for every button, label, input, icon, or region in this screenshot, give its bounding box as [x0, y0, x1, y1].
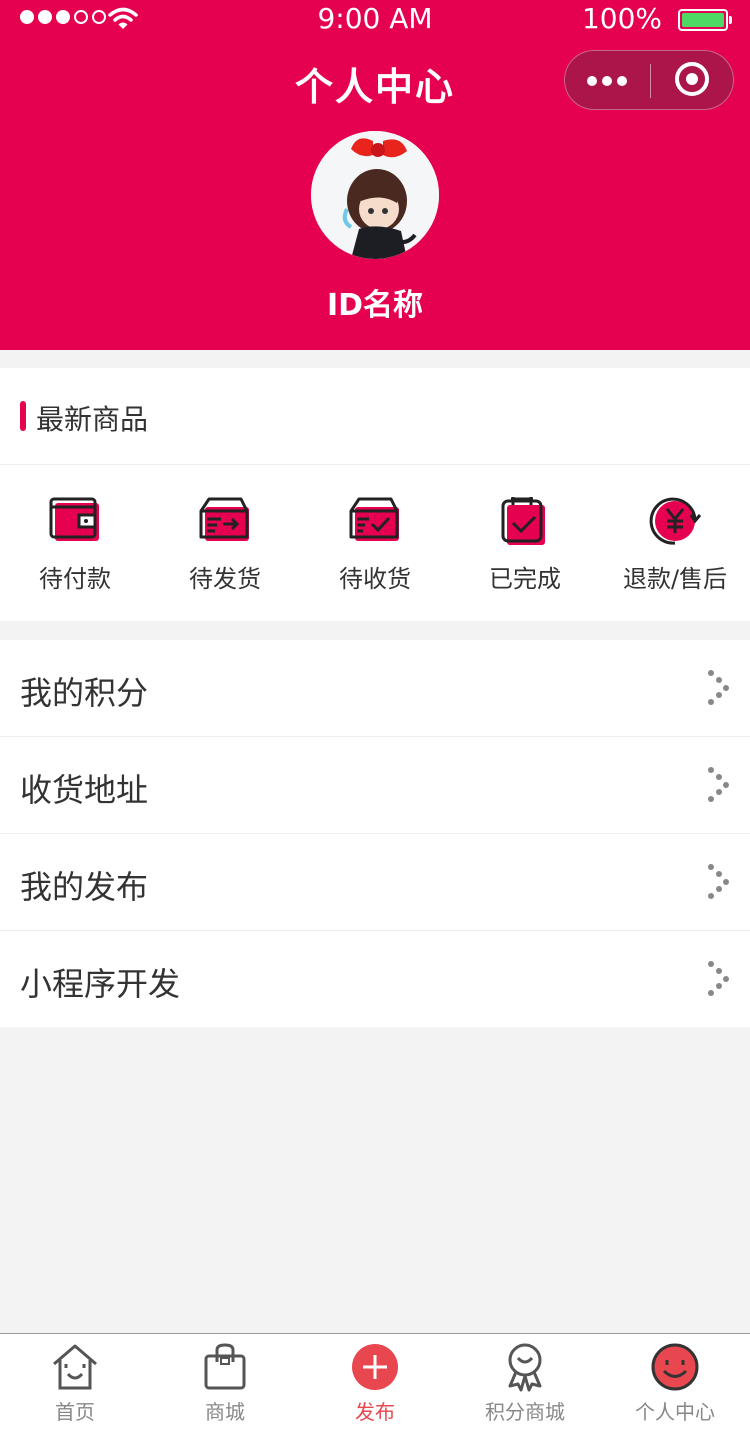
yuan-refund-icon: [649, 497, 702, 545]
capsule-divider: [650, 64, 651, 98]
mini-program-capsule: [564, 50, 734, 110]
status-bar: 9:00 AM 100%: [0, 0, 750, 40]
tab-label: 发布: [355, 1400, 395, 1424]
battery-icon: [678, 9, 732, 31]
menu-list: 我的积分 收货地址 我的发布 小程序开发: [0, 640, 750, 1027]
tab-label: 商城: [205, 1400, 245, 1424]
order-pending-shipment[interactable]: 待发货: [150, 465, 300, 621]
bottom-tab-bar: 首页 商城 发布 积分商城 个人中心: [0, 1333, 750, 1430]
menu-item-label: 我的发布: [20, 868, 149, 906]
avatar-illustration: [311, 131, 439, 259]
menu-item-points[interactable]: 我的积分: [0, 640, 750, 737]
avatar[interactable]: [311, 131, 439, 259]
menu-item-label: 收货地址: [20, 771, 149, 809]
more-options-icon[interactable]: [587, 76, 627, 86]
shopping-bag-icon: [204, 1343, 246, 1390]
tab-home[interactable]: 首页: [0, 1334, 150, 1430]
tab-points-mall[interactable]: 积分商城: [450, 1334, 600, 1430]
wallet-icon: [49, 497, 99, 541]
close-miniprogram-icon[interactable]: [675, 62, 709, 96]
battery-percentage: 100%: [581, 2, 662, 35]
menu-item-miniprogram-dev[interactable]: 小程序开发: [0, 931, 750, 1027]
chevron-right-icon: [708, 767, 729, 802]
chevron-right-icon: [708, 961, 729, 996]
order-pending-receipt[interactable]: 待收货: [300, 465, 450, 621]
order-label: 已完成: [489, 565, 561, 593]
tab-publish[interactable]: 发布: [300, 1334, 450, 1430]
order-label: 待收货: [339, 565, 411, 593]
chevron-right-icon: [708, 670, 729, 705]
order-label: 待付款: [39, 565, 111, 593]
home-icon: [53, 1344, 97, 1390]
box-ship-icon: [199, 497, 249, 541]
tab-label: 积分商城: [485, 1400, 565, 1424]
award-icon: [508, 1343, 542, 1392]
order-refund-aftersale[interactable]: 退款/售后: [600, 465, 750, 621]
section-accent-bar: [20, 401, 26, 431]
box-check-icon: [349, 497, 399, 541]
plus-circle-icon: [352, 1344, 398, 1390]
chevron-right-icon: [708, 864, 729, 899]
section-title: 最新商品: [36, 403, 149, 436]
orders-card: 最新商品 待付款 待发货 待收货 已完成 退款/售后: [0, 368, 750, 621]
orders-section-header[interactable]: 最新商品: [0, 368, 750, 465]
profile-header: 9:00 AM 100% 个人中心 ID名称: [0, 0, 750, 350]
smile-face-icon: [651, 1343, 699, 1391]
clipboard-check-icon: [501, 497, 545, 545]
tab-mall[interactable]: 商城: [150, 1334, 300, 1430]
username: ID名称: [326, 288, 424, 323]
tab-label: 个人中心: [635, 1400, 715, 1424]
order-completed[interactable]: 已完成: [450, 465, 600, 621]
order-pending-payment[interactable]: 待付款: [0, 465, 150, 621]
tab-label: 首页: [55, 1400, 95, 1424]
order-label: 待发货: [189, 565, 261, 593]
menu-item-label: 小程序开发: [20, 965, 181, 1003]
tab-profile[interactable]: 个人中心: [600, 1334, 750, 1430]
menu-item-label: 我的积分: [20, 674, 149, 712]
menu-item-my-posts[interactable]: 我的发布: [0, 834, 750, 931]
menu-item-address[interactable]: 收货地址: [0, 737, 750, 834]
order-label: 退款/售后: [622, 565, 728, 593]
